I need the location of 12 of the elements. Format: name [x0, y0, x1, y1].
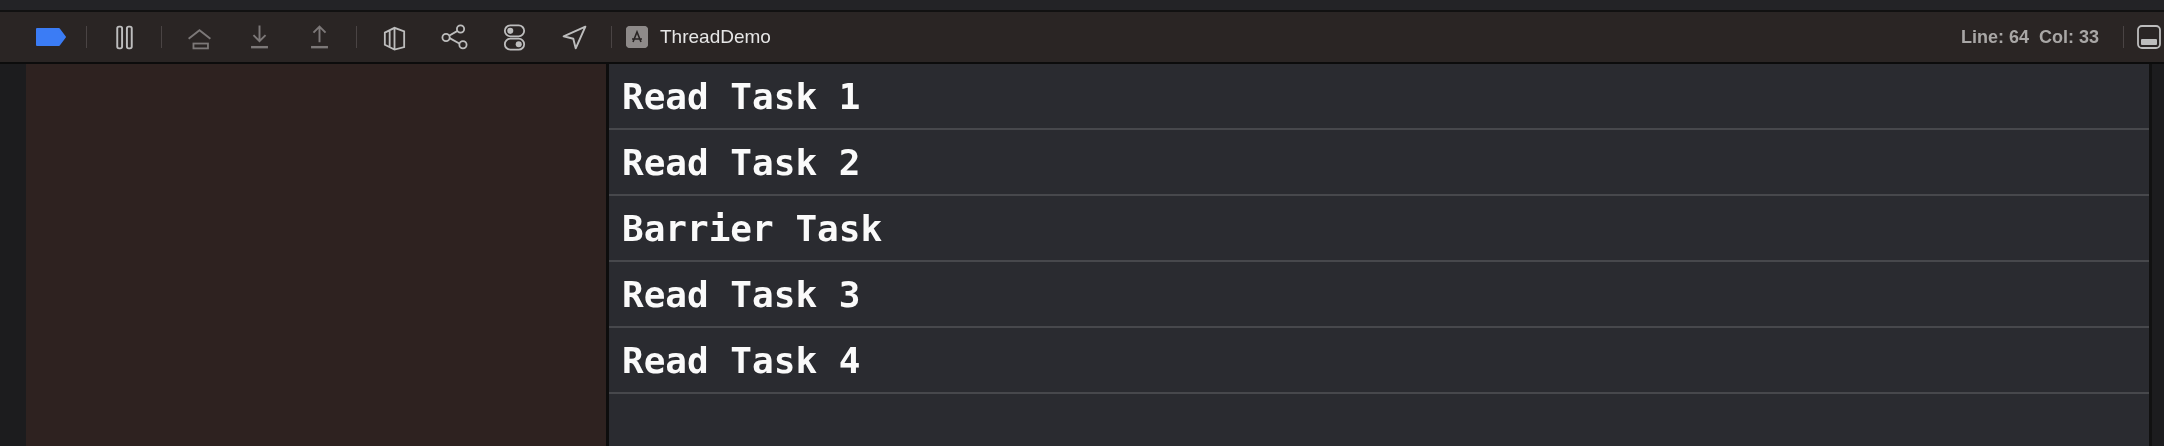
console-line: Read Task 2: [609, 130, 2149, 196]
memory-graph-button[interactable]: [439, 22, 469, 52]
graph-icon: [439, 22, 469, 52]
console-line: Read Task 4: [609, 328, 2149, 394]
scheme-name[interactable]: ThreadDemo: [660, 26, 771, 48]
cursor-position: Line: 64 Col: 33: [1960, 26, 2099, 48]
console-line: Read Task 3: [609, 262, 2149, 328]
bottom-panel-icon: [2136, 24, 2162, 50]
app-icon: [626, 26, 648, 48]
panel-toggle-button[interactable]: [2134, 22, 2164, 52]
console-line: Read Task 1: [609, 64, 2149, 130]
console-line: Barrier Task: [609, 196, 2149, 262]
